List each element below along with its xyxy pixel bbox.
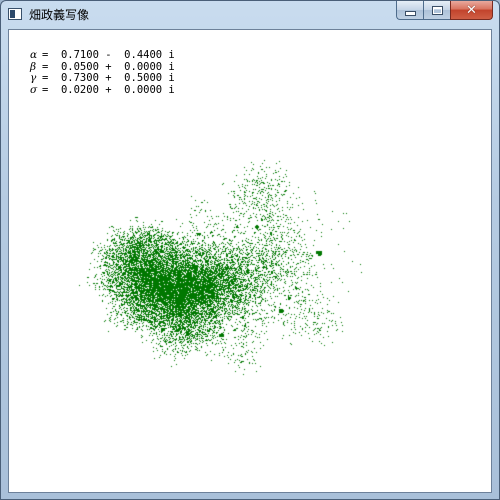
parameter-value: = 0.7300 + 0.5000 i [42,72,175,84]
parameter-symbol: σ [30,83,38,96]
app-window-icon[interactable] [8,8,22,20]
minimize-button[interactable] [396,1,423,20]
close-button[interactable]: ✕ [450,1,493,20]
app-window: 畑政義写像 ✕ α = 0.7100 - 0.4400 i β = 0.0500 +… [0,0,500,500]
parameter-symbol: α [30,49,38,61]
drawing-area: α = 0.7100 - 0.4400 i β = 0.0500 + 0.0000 … [8,29,492,493]
caption-buttons: ✕ [396,1,493,21]
parameter-value: = 0.0200 + 0.0000 i [42,83,175,96]
minimize-icon [404,10,416,16]
parameter-list: α = 0.7100 - 0.4400 i β = 0.0500 + 0.0000 … [30,49,175,97]
window-title: 畑政義写像 [29,8,90,22]
close-icon: ✕ [466,2,477,18]
maximize-button[interactable] [423,1,450,20]
parameter-value: = 0.0500 + 0.0000 i [42,60,175,73]
parameter-sigma: σ = 0.0200 + 0.0000 i [30,83,175,97]
hata-map-fractal-plot [9,30,491,492]
parameter-symbol: γ [30,72,37,84]
maximize-icon [431,5,443,15]
parameter-value: = 0.7100 - 0.4400 i [42,49,175,61]
title-bar[interactable]: 畑政義写像 ✕ [1,1,499,29]
